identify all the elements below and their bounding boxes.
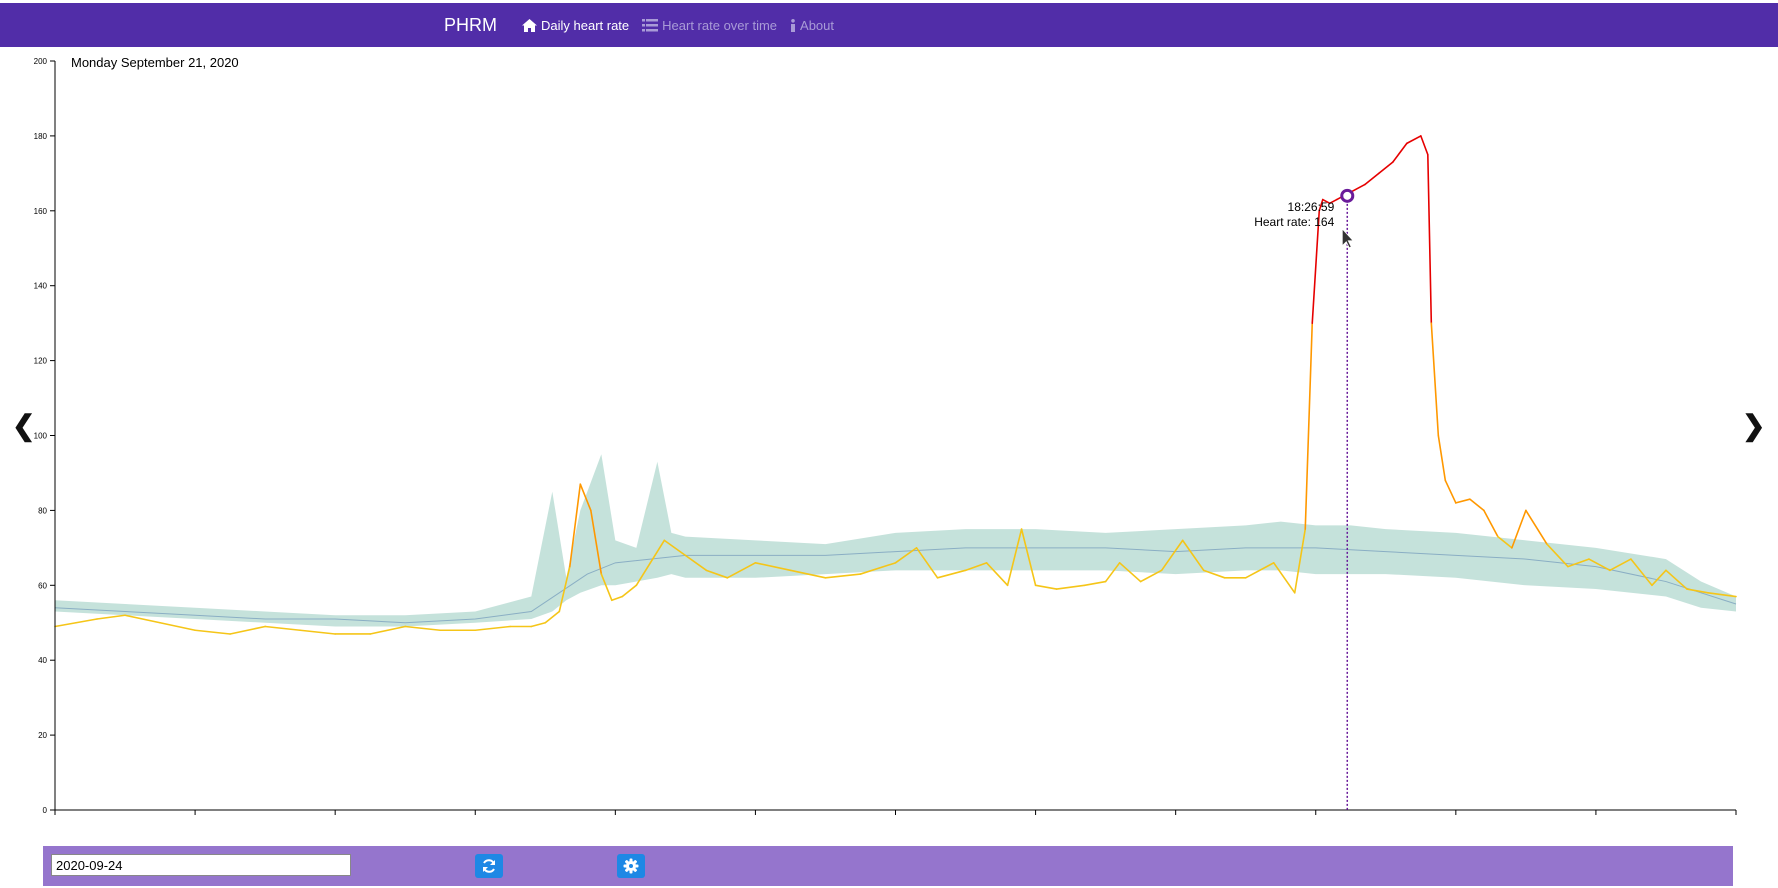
home-icon [522, 18, 537, 32]
y-tick-label: 140 [34, 282, 48, 291]
heart-rate-segment [530, 621, 547, 628]
heart-rate-segment [1391, 142, 1408, 163]
tooltip-heart-rate: Heart rate: 164 [1254, 215, 1334, 229]
heart-rate-segment [1455, 498, 1471, 504]
heart-rate-segment [1430, 322, 1440, 437]
heart-rate-segment [1055, 584, 1086, 590]
heart-rate-segment [404, 625, 442, 632]
heart-rate-segment [1377, 161, 1394, 175]
heart-rate-segment [369, 625, 407, 635]
tab-label: Heart rate over time [662, 17, 778, 33]
y-tick-label: 160 [34, 207, 48, 216]
heart-rate-segment [1406, 135, 1422, 145]
heart-rate-segment [1349, 183, 1366, 193]
y-tick-label: 100 [34, 432, 48, 441]
heart-rate-segment [824, 573, 862, 579]
y-tick-label: 60 [38, 581, 47, 590]
date-input[interactable] [51, 854, 351, 876]
y-tick-label: 40 [38, 656, 47, 665]
previous-day-button[interactable]: ❮ [12, 408, 35, 444]
heart-rate-segment [54, 621, 77, 628]
heart-rate-segment [1083, 580, 1107, 587]
chart-title: Monday September 21, 2020 [71, 55, 239, 70]
tab-heart-rate-over-time[interactable]: Heart rate over time [642, 18, 777, 33]
top-navbar: PHRM Daily heart rate Heart rate over ti… [0, 3, 1778, 47]
heart-rate-segment [229, 625, 266, 635]
heart-rate-segment [96, 614, 126, 620]
heart-rate-segment [1483, 509, 1499, 538]
tab-label: Daily heart rate [541, 17, 630, 33]
mouse-pointer-icon [1341, 227, 1355, 249]
heart-rate-segment [75, 618, 98, 624]
heart-rate-segment [936, 569, 967, 579]
brand-link[interactable]: PHRM [444, 3, 497, 47]
y-tick-label: 20 [38, 731, 47, 740]
heart-rate-segment [1304, 322, 1314, 530]
heart-rate-segment [1363, 172, 1380, 186]
heart-rate-segment [159, 621, 196, 632]
gear-icon [623, 858, 639, 874]
heart-rate-chart[interactable]: 0204060801001201401601802000246810121416… [0, 47, 1778, 817]
heart-rate-segment [621, 584, 638, 598]
list-icon [642, 18, 659, 31]
refresh-icon [483, 859, 495, 873]
heart-rate-segment [474, 625, 512, 632]
heart-rate-segment [1034, 584, 1058, 590]
heart-rate-segment [299, 629, 336, 635]
hover-point[interactable] [1340, 188, 1355, 203]
refresh-button[interactable] [475, 854, 503, 878]
y-tick-label: 80 [38, 506, 47, 515]
tab-about[interactable]: About [790, 18, 834, 33]
info-icon [791, 18, 796, 32]
heart-rate-segment [1427, 153, 1433, 324]
heart-rate-segment [611, 595, 624, 602]
heart-rate-segment [1469, 498, 1485, 512]
y-tick-label: 0 [43, 806, 48, 815]
settings-button[interactable] [617, 854, 645, 878]
y-tick-label: 200 [34, 57, 48, 66]
heart-rate-segment [1437, 434, 1447, 482]
tab-daily-heart-rate[interactable]: Daily heart rate [522, 18, 629, 33]
heart-rate-segment [264, 625, 301, 632]
typical-range-band [55, 454, 1736, 627]
heart-rate-segment [1420, 135, 1429, 156]
tooltip-time: 18:26:59 [1288, 200, 1335, 214]
tab-label: About [800, 17, 835, 33]
controls-bar [43, 846, 1733, 886]
main-nav: Daily heart rate Heart rate over time Ab… [522, 3, 847, 47]
heart-rate-segment [194, 629, 231, 635]
next-day-button[interactable]: ❯ [1742, 408, 1765, 444]
y-tick-label: 120 [34, 357, 48, 366]
heart-rate-segment [1444, 479, 1457, 504]
y-tick-label: 180 [34, 132, 48, 141]
heart-rate-segment [1525, 509, 1548, 545]
